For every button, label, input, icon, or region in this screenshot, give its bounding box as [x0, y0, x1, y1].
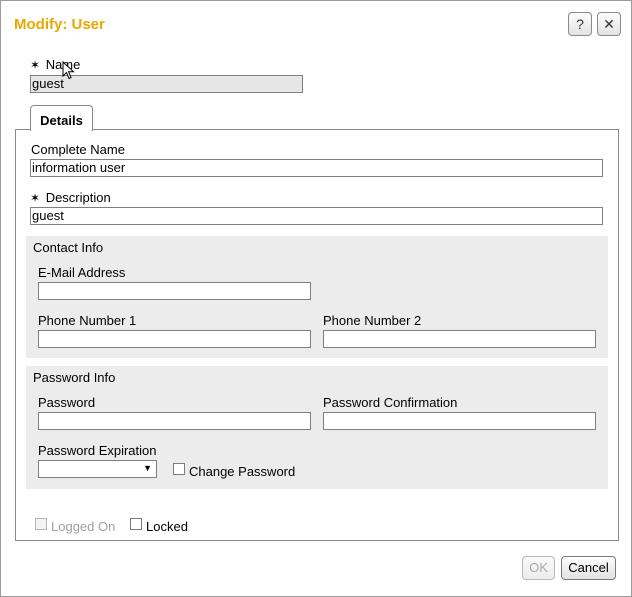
description-label-row: ✶ Description — [30, 190, 111, 205]
password-confirmation-field[interactable] — [323, 412, 596, 430]
password-expiration-select[interactable]: ▼ — [38, 460, 157, 478]
password-info-heading: Password Info — [33, 370, 116, 385]
tab-details[interactable]: Details — [30, 105, 93, 131]
ok-button[interactable]: OK — [522, 556, 555, 580]
locked-label: Locked — [146, 519, 188, 534]
mouse-cursor-icon — [62, 61, 75, 80]
phone-1-label: Phone Number 1 — [38, 313, 137, 328]
complete-name-field[interactable]: information user — [30, 159, 603, 177]
password-label: Password — [38, 395, 96, 410]
help-button[interactable]: ? — [568, 12, 592, 36]
help-icon: ? — [576, 16, 584, 32]
description-label: Description — [45, 190, 111, 205]
contact-info-heading: Contact Info — [33, 240, 104, 255]
password-confirmation-label: Password Confirmation — [323, 395, 458, 410]
modify-user-dialog: Modify: User ? ✕ ✶ Name guest Details Co… — [0, 0, 632, 597]
email-field[interactable] — [38, 282, 311, 300]
close-icon: ✕ — [603, 16, 615, 32]
description-field[interactable]: guest — [30, 207, 603, 225]
complete-name-label: Complete Name — [31, 142, 125, 157]
close-button[interactable]: ✕ — [597, 12, 621, 36]
password-field[interactable] — [38, 412, 311, 430]
email-label: E-Mail Address — [38, 265, 126, 280]
change-password-label: Change Password — [189, 464, 296, 479]
logged-on-label: Logged On — [51, 519, 116, 534]
required-star-icon: ✶ — [30, 191, 41, 205]
dropdown-arrow-icon: ▼ — [143, 463, 152, 473]
change-password-checkbox[interactable] — [173, 463, 185, 475]
phone-2-label: Phone Number 2 — [323, 313, 422, 328]
phone-1-field[interactable] — [38, 330, 311, 348]
phone-2-field[interactable] — [323, 330, 596, 348]
cancel-button[interactable]: Cancel — [561, 556, 616, 580]
logged-on-checkbox[interactable] — [35, 518, 47, 530]
required-star-icon: ✶ — [30, 58, 41, 72]
locked-checkbox[interactable] — [130, 518, 142, 530]
password-expiration-label: Password Expiration — [38, 443, 157, 458]
dialog-title: Modify: User — [14, 16, 105, 33]
